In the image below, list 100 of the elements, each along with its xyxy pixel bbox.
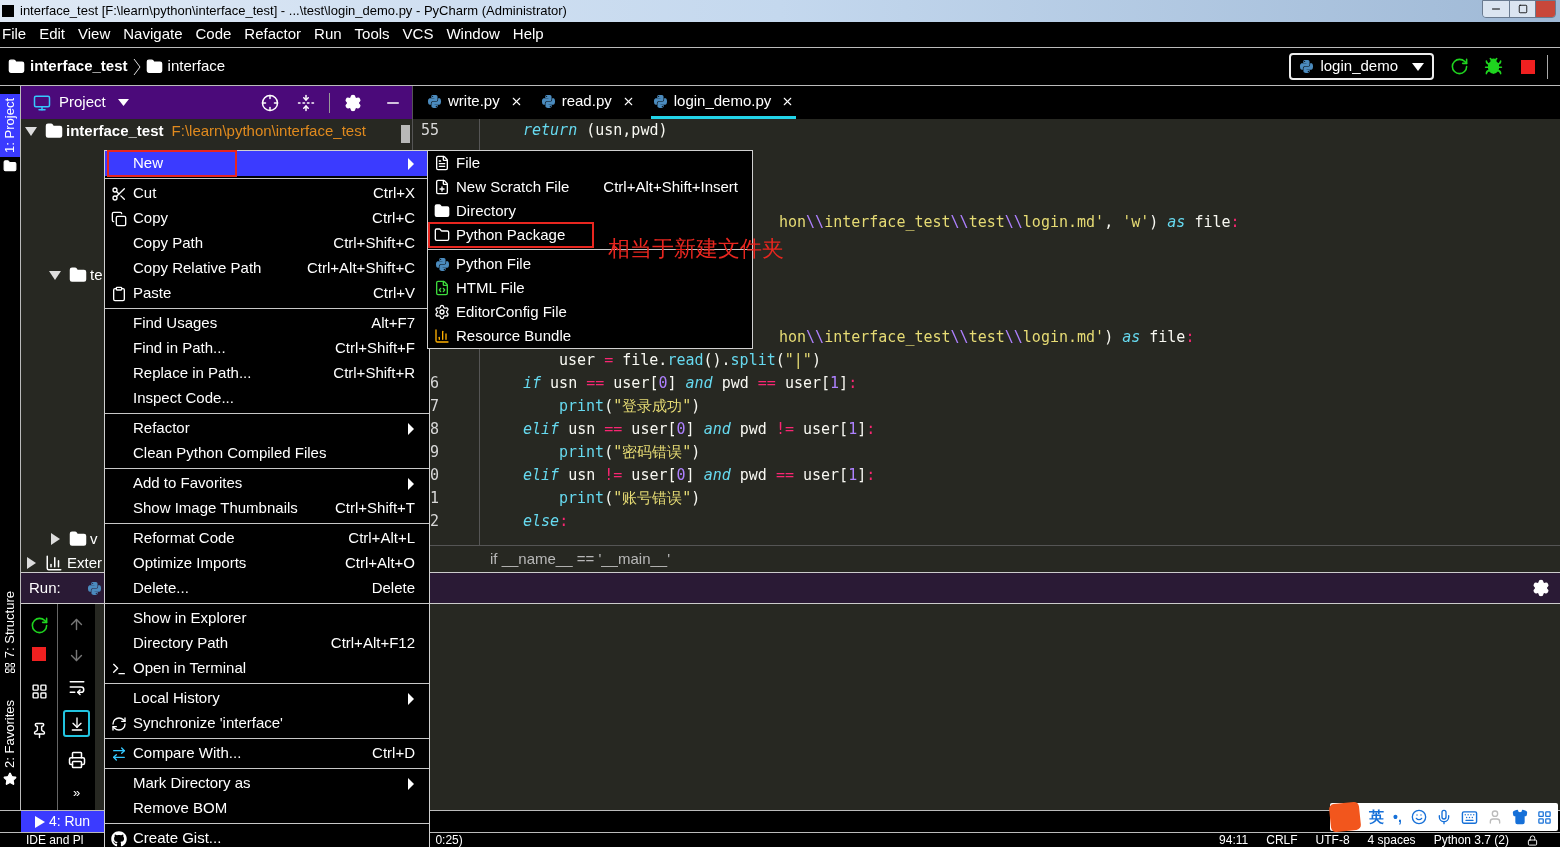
emoji-icon[interactable] [1410, 809, 1427, 825]
editor-tab[interactable]: write.py [425, 86, 525, 119]
layout-icon[interactable] [30, 683, 48, 700]
ime-mode-toggle[interactable]: 英 [1369, 805, 1384, 829]
status-item[interactable]: CRLF [1266, 831, 1298, 847]
menu-item[interactable]: Paste Ctrl+V [105, 281, 429, 306]
menu-item[interactable]: Compare With... Ctrl+D [105, 741, 429, 766]
up-arrow-icon[interactable] [68, 616, 85, 633]
caret-icon [1412, 62, 1424, 71]
folder-icon [8, 58, 25, 75]
menu-item[interactable]: Refactor [105, 416, 429, 441]
code-breadcrumb[interactable]: if __name__ == '__main__' [490, 547, 671, 571]
scrollbar-thumb[interactable] [401, 125, 410, 143]
run-config-dropdown[interactable]: login_demo [1289, 53, 1434, 80]
menu-item[interactable]: Show Image Thumbnails Ctrl+Shift+T [105, 496, 429, 521]
more-button[interactable]: » [72, 783, 81, 803]
menu-item[interactable]: Remove BOM [105, 796, 429, 821]
menu-item[interactable]: Copy Ctrl+C [105, 206, 429, 231]
soft-wrap-icon[interactable] [67, 678, 86, 696]
menu-item[interactable]: Find in Path... Ctrl+Shift+F [105, 336, 429, 361]
collapse-all-icon[interactable] [297, 93, 315, 112]
expand-arrow-icon[interactable] [49, 533, 61, 545]
menu-bar-item[interactable]: Navigate [123, 23, 183, 46]
breadcrumb-item[interactable]: interface_test [30, 55, 128, 78]
status-item[interactable]: 4 spaces [1367, 831, 1416, 847]
editor-tab[interactable]: login_demo.py [650, 86, 797, 119]
menu-item[interactable]: Local History [105, 686, 429, 711]
menu-item[interactable]: Resource Bundle [428, 324, 752, 348]
menu-item[interactable]: HTML File [428, 276, 752, 300]
menu-bar-item[interactable]: Run [314, 23, 342, 46]
panel-title[interactable]: Project [59, 91, 106, 114]
minimize-button[interactable] [1483, 1, 1509, 17]
menu-bar-item[interactable]: View [78, 23, 111, 46]
locate-icon[interactable] [261, 93, 279, 112]
tree-item-label[interactable]: Exter [67, 551, 102, 575]
menu-bar-item[interactable]: Window [446, 23, 500, 46]
toolbox-icon[interactable] [1536, 809, 1552, 825]
menu-item[interactable]: Reformat Code Ctrl+Alt+L [105, 526, 429, 551]
menu-bar-item[interactable]: Refactor [244, 23, 302, 46]
tool-window-tab[interactable]: 1: Project [0, 94, 20, 157]
settings-icon[interactable] [344, 93, 362, 112]
menu-item[interactable]: Copy Relative Path Ctrl+Alt+Shift+C [105, 256, 429, 281]
settings-icon [434, 304, 450, 320]
menu-bar-item[interactable]: Tools [354, 23, 390, 46]
scratch-file-icon [434, 179, 450, 195]
rerun-icon[interactable] [29, 616, 49, 635]
run-tool-button[interactable]: 4: Run [21, 811, 104, 832]
tree-item-label[interactable]: te [90, 263, 103, 287]
expand-arrow-icon[interactable] [25, 557, 37, 569]
menu-item[interactable]: Show in Explorer [105, 606, 429, 631]
menu-bar-item[interactable]: Code [195, 23, 232, 46]
stop-icon[interactable] [1521, 59, 1535, 74]
rerun-icon[interactable] [1450, 57, 1469, 76]
lock-icon[interactable] [1527, 834, 1538, 846]
menu-item[interactable]: Create Gist... [105, 826, 429, 847]
menu-item[interactable]: EditorConfig File [428, 300, 752, 324]
tool-window-tab[interactable]: 2: Favorites [0, 696, 20, 773]
restore-button[interactable] [1509, 1, 1535, 17]
status-item[interactable]: 94:11 [1219, 831, 1249, 847]
down-arrow-icon[interactable] [68, 647, 85, 664]
line-number: 9 [429, 443, 439, 462]
menu-item[interactable]: Add to Favorites [105, 471, 429, 496]
menu-bar-item[interactable]: VCS [402, 23, 434, 46]
menu-item[interactable]: Find Usages Alt+F7 [105, 311, 429, 336]
menu-item[interactable]: New [105, 151, 429, 176]
menu-item[interactable]: Cut Ctrl+X [105, 181, 429, 206]
menu-item[interactable]: Directory [428, 199, 752, 223]
editor-tab[interactable]: read.py [538, 86, 637, 119]
bundle-icon [434, 328, 450, 344]
skin-icon[interactable] [1511, 809, 1528, 825]
menu-item[interactable]: New Scratch File Ctrl+Alt+Shift+Insert [428, 175, 752, 199]
menu-item[interactable]: Replace in Path... Ctrl+Shift+R [105, 361, 429, 386]
menu-item[interactable]: Clean Python Compiled Files [105, 441, 429, 466]
scroll-to-end-button[interactable] [63, 710, 90, 737]
menu-bar-item[interactable]: File [2, 23, 27, 46]
expand-arrow-icon[interactable] [49, 269, 61, 281]
menu-bar-item[interactable]: Help [512, 23, 544, 46]
status-item[interactable]: Python 3.7 (2) [1433, 831, 1509, 847]
menu-item[interactable]: Inspect Code... [105, 386, 429, 411]
menu-item[interactable]: Mark Directory as [105, 771, 429, 796]
tree-item-label[interactable]: interface_test [66, 119, 164, 143]
breadcrumb-item[interactable]: interface [167, 55, 226, 78]
expand-arrow-icon[interactable] [25, 125, 37, 137]
tool-window-tab[interactable]: 7: Structure [0, 586, 20, 663]
settings-icon[interactable] [1532, 579, 1550, 597]
menu-item[interactable]: File [428, 151, 752, 175]
menu-item[interactable]: Synchronize 'interface' [105, 711, 429, 736]
menu-item[interactable]: Copy Path Ctrl+Shift+C [105, 231, 429, 256]
menu-item[interactable]: Delete... Delete [105, 576, 429, 601]
punctuation-toggle[interactable]: •, [1393, 806, 1402, 828]
menu-item[interactable]: Directory Path Ctrl+Alt+F12 [105, 631, 429, 656]
status-item[interactable]: UTF-8 [1315, 831, 1350, 847]
compare-icon [111, 745, 127, 762]
tree-item-label[interactable]: v [90, 527, 98, 551]
keyboard-icon[interactable] [1460, 808, 1478, 826]
debug-icon[interactable] [1484, 57, 1503, 76]
menu-bar-item[interactable]: Edit [39, 23, 66, 46]
print-icon[interactable] [67, 751, 86, 769]
menu-item[interactable]: Optimize Imports Ctrl+Alt+O [105, 551, 429, 576]
menu-item[interactable]: Open in Terminal [105, 656, 429, 681]
